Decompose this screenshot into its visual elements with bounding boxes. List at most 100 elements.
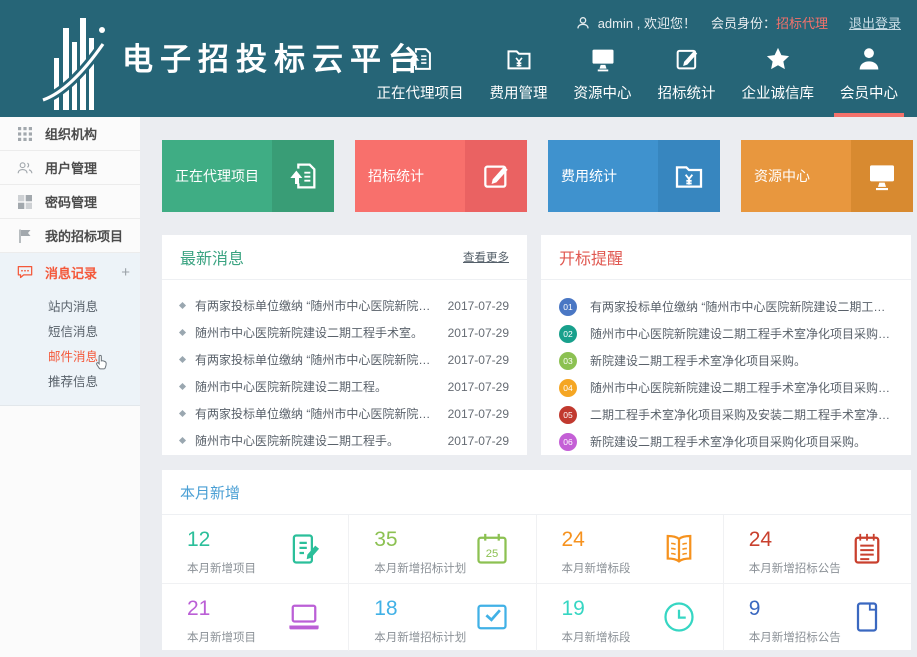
stat-new-bid-sections-1: 24 本月新增标段: [537, 515, 724, 584]
sidebar-item-user-management[interactable]: 用户管理: [0, 151, 140, 185]
user-bar: admin , 欢迎您！ 会员身份： 招标代理 退出登录: [575, 13, 901, 32]
nav-item-integrity-library[interactable]: 企业诚信库: [729, 45, 828, 117]
book-icon: [661, 531, 697, 567]
logout-link[interactable]: 退出登录: [849, 13, 901, 32]
main-nav: 正在代理项目 费用管理 资源中心 招标统计: [364, 45, 912, 117]
stat-label: 本月新增招标公告: [749, 629, 911, 645]
card-label: 费用统计: [561, 166, 617, 186]
news-item[interactable]: 随州市中心医院新院建设二期工程手。2017-07-29: [180, 427, 509, 454]
reminder-item[interactable]: 05二期工程手术室净化项目采购及安装二期工程手术室净化项目采购及。: [559, 401, 893, 428]
card-bid-statistics[interactable]: 招标统计: [355, 140, 527, 212]
submenu-label: 短信消息: [48, 321, 98, 340]
submenu-item-email-messages[interactable]: 邮件消息: [0, 343, 140, 368]
reminder-item[interactable]: 04随州市中心医院新院建设二期工程手术室净化项目采购及安装”项目的招......: [559, 374, 893, 401]
nav-label: 会员中心: [840, 82, 898, 103]
diamond-bullet-icon: [179, 356, 186, 363]
news-item[interactable]: 有两家投标单位缴纳 “随州市中心医院新院建设......2017-07-29: [180, 292, 509, 319]
news-item[interactable]: 有两家投标单位缴纳 “随州市中心医院新院建设。2017-07-29: [180, 400, 509, 427]
nav-item-resource-center[interactable]: 资源中心: [561, 45, 645, 117]
doc-export-icon: [406, 45, 434, 73]
nav-label: 招标统计: [658, 82, 716, 103]
message-icon: [17, 264, 33, 280]
nav-item-member-center[interactable]: 会员中心: [827, 45, 911, 117]
reminder-text: 随州市中心医院新院建设二期工程手术室净化项目采购及安装”项目的招......: [590, 325, 893, 342]
sidebar-item-my-bid-projects[interactable]: 我的招标项目: [0, 219, 140, 253]
stat-new-bid-notices-1: 24 本月新增招标公告: [724, 515, 911, 584]
bid-opening-reminder-panel: 开标提醒 01有两家投标单位缴纳 “随州市中心医院新院建设二期工程。 02随州市…: [541, 235, 911, 455]
nav-item-bid-statistics[interactable]: 招标统计: [645, 45, 729, 117]
submenu-item-site-messages[interactable]: 站内消息: [0, 293, 140, 318]
card-resource-center[interactable]: 资源中心: [741, 140, 913, 212]
expand-plus-icon[interactable]: +: [121, 264, 130, 281]
reminder-item[interactable]: 03新院建设二期工程手术室净化项目采购。: [559, 347, 893, 374]
calendar-icon: 25: [474, 531, 510, 567]
grid-dots-icon: [17, 126, 33, 142]
news-date: 2017-07-29: [448, 434, 509, 448]
card-fee-statistics[interactable]: 费用统计: [548, 140, 720, 212]
view-more-link[interactable]: 查看更多: [463, 249, 509, 265]
stat-value: 24: [749, 528, 911, 552]
stat-new-projects-1: 12 本月新增项目: [162, 515, 349, 584]
reminder-item[interactable]: 02随州市中心医院新院建设二期工程手术室净化项目采购及安装”项目的招......: [559, 320, 893, 347]
card-agency-projects[interactable]: 正在代理项目: [162, 140, 334, 212]
number-badge: 01: [559, 298, 577, 316]
nav-item-fee-management[interactable]: 费用管理: [477, 45, 561, 117]
brand-logo[interactable]: [40, 8, 120, 113]
submenu-item-recommend-info[interactable]: 推荐信息: [0, 368, 140, 393]
role-value: 招标代理: [776, 13, 828, 32]
stat-new-bid-notices-2: 9 本月新增招标公告: [724, 584, 911, 652]
panel-title-bid-reminder: 开标提醒: [559, 245, 623, 269]
card-label: 招标统计: [368, 166, 424, 186]
nav-label: 正在代理项目: [377, 82, 464, 103]
edit-icon: [465, 140, 527, 212]
nav-item-agency-projects[interactable]: 正在代理项目: [364, 45, 477, 117]
stat-label: 本月新增标段: [562, 560, 723, 576]
sidebar-item-organization[interactable]: 组织机构: [0, 117, 140, 151]
number-badge: 05: [559, 406, 577, 424]
news-item[interactable]: 随州市中心医院新院建设二期工程。2017-07-29: [180, 373, 509, 400]
news-item[interactable]: 随州市中心医院新院建设二期工程手术室。2017-07-29: [180, 319, 509, 346]
flag-icon: [17, 228, 33, 244]
shortcut-cards: 正在代理项目 招标统计 费用统计 资源中心: [162, 140, 913, 212]
reminder-text: 新院建设二期工程手术室净化项目采购。: [590, 352, 893, 369]
news-text: 随州市中心医院新院建设二期工程手术室。: [195, 324, 448, 341]
doc-export-icon: [272, 140, 334, 212]
app-screen: 电子招投标云平台 admin , 欢迎您！ 会员身份： 招标代理 退出登录 正在…: [0, 0, 917, 657]
news-item[interactable]: 有两家投标单位缴纳 “随州市中心医院新院建设......2017-07-29: [180, 346, 509, 373]
stat-new-bid-plans-1: 35 本月新增招标计划 25: [349, 515, 536, 584]
star-icon: [764, 45, 792, 73]
stat-value: 21: [187, 597, 348, 621]
sidebar-item-label: 我的招标项目: [45, 226, 123, 245]
sidebar-item-password-management[interactable]: 密码管理: [0, 185, 140, 219]
user-icon: [575, 15, 591, 31]
submenu-label: 推荐信息: [48, 371, 98, 390]
stat-value: 9: [749, 597, 911, 621]
monthly-new-panel: 本月新增 12 本月新增项目 35 本月新增招标计划 25: [162, 470, 911, 650]
reminder-item[interactable]: 06新院建设二期工程手术室净化项目采购化项目采购。: [559, 428, 893, 455]
role-label: 会员身份：: [711, 13, 776, 32]
sidebar-item-label: 密码管理: [45, 192, 97, 211]
stats-grid: 12 本月新增项目 35 本月新增招标计划 25 24 本月新增标段: [162, 515, 911, 651]
stat-label: 本月新增项目: [187, 629, 348, 645]
sidebar-item-label: 用户管理: [45, 158, 97, 177]
stat-value: 24: [562, 528, 723, 552]
svg-text:25: 25: [485, 548, 498, 560]
folder-yen-icon: [658, 140, 720, 212]
stat-value: 18: [374, 597, 535, 621]
stat-value: 35: [374, 528, 535, 552]
submenu-label: 站内消息: [48, 296, 98, 315]
diamond-bullet-icon: [179, 383, 186, 390]
submenu-item-sms-messages[interactable]: 短信消息: [0, 318, 140, 343]
reminder-list: 01有两家投标单位缴纳 “随州市中心医院新院建设二期工程。 02随州市中心医院新…: [541, 280, 911, 455]
panel-title-latest-news: 最新消息: [180, 245, 244, 269]
welcome-text: admin , 欢迎您！: [598, 13, 696, 32]
news-text: 有两家投标单位缴纳 “随州市中心医院新院建设。: [195, 405, 448, 422]
edit-icon: [673, 45, 701, 73]
sidebar-item-message-records[interactable]: 消息记录 +: [0, 253, 140, 291]
mail-check-icon: [474, 599, 510, 635]
card-label: 资源中心: [754, 166, 810, 186]
panel-title-monthly-new: 本月新增: [180, 482, 240, 503]
news-date: 2017-07-29: [448, 353, 509, 367]
reminder-item[interactable]: 01有两家投标单位缴纳 “随州市中心医院新院建设二期工程。: [559, 293, 893, 320]
member-icon: [855, 45, 883, 73]
